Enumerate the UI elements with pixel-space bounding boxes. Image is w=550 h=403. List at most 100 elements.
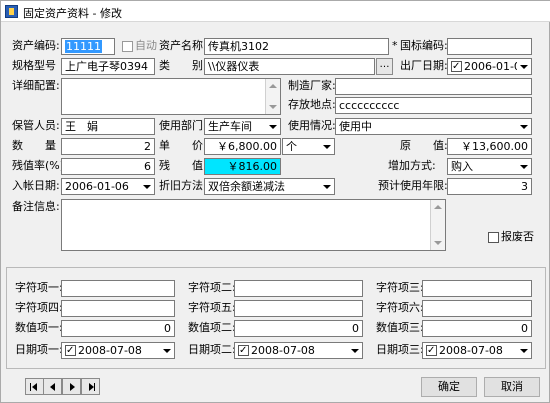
last-record-button[interactable] [81,378,100,395]
scroll-down-icon[interactable] [269,105,277,109]
prev-record-button[interactable] [43,378,62,395]
add-method-label: 增加方式: [388,159,436,172]
life-input[interactable]: 3 [447,178,532,195]
detail-config-scrollbar[interactable] [265,79,280,114]
next-record-button[interactable] [62,378,81,395]
chevron-down-icon[interactable] [517,119,531,134]
national-code-label: 国标编码: [400,39,448,52]
location-label: 存放地点: [288,98,336,111]
asset-edit-window: 固定资产资料 - 修改 资产编码: 11111 自动 资产名称: 传真机3102… [0,0,550,403]
add-method-select[interactable]: 购入 [447,158,532,175]
chevron-down-icon[interactable] [517,343,531,358]
usage-select[interactable]: 使用中 [335,118,532,135]
num1-label: 数值项一: [15,321,63,334]
scroll-down-icon[interactable] [434,241,442,245]
category-browse-button[interactable]: … [376,58,393,75]
usage-label: 使用情况: [288,119,336,132]
window-title: 固定资产资料 - 修改 [23,7,122,20]
first-record-button[interactable] [25,378,44,395]
residual-label: 残 值: [159,159,207,172]
unit-price-input[interactable]: ￥6,800.00 [204,138,281,155]
depr-method-label: 折旧方法: [159,179,207,192]
date1-label: 日期项一: [15,343,63,356]
dept-select[interactable]: 生产车间 [204,118,281,135]
auto-checkbox[interactable] [122,41,133,52]
residual-value: ￥816.00 [204,158,281,175]
chevron-down-icon[interactable] [320,179,334,194]
unit-price-label: 单 价: [159,139,207,152]
entry-date-picker[interactable]: 2006-01-06 [61,178,155,195]
num2-input[interactable]: 0 [234,320,363,337]
national-code-input[interactable] [447,38,532,55]
num3-input[interactable]: 0 [422,320,532,337]
asset-code-input[interactable]: 11111 [61,38,115,55]
qty-input[interactable]: 2 [61,138,155,155]
char2-label: 字符项二: [188,281,236,294]
date1-picker[interactable]: 2008-07-08 [61,342,175,359]
chevron-down-icon[interactable] [320,139,334,154]
keeper-label: 保管人员: [12,119,60,132]
location-input[interactable]: cccccccccc [335,97,532,114]
char3-input[interactable] [422,280,532,297]
date3-picker[interactable]: 2008-07-08 [422,342,532,359]
date2-picker[interactable]: 2008-07-08 [234,342,363,359]
date1-checkbox[interactable] [65,343,76,358]
unit-select[interactable]: 个 [282,138,335,155]
chevron-down-icon[interactable] [348,343,362,358]
date3-checkbox[interactable] [426,343,437,358]
date2-label: 日期项二: [188,343,236,356]
detail-config-label: 详细配置: [12,79,60,92]
char2-input[interactable] [234,280,363,297]
char5-label: 字符项五: [188,301,236,314]
char1-input[interactable] [61,280,175,297]
asset-code-label: 资产编码: [12,39,60,52]
factory-date-label: 出厂日期: [400,59,448,72]
category-label: 类 别: [159,59,207,72]
chevron-down-icon[interactable] [517,59,531,74]
keeper-input[interactable]: 王 娟 [61,118,155,135]
date2-checkbox[interactable] [238,343,249,358]
chevron-down-icon[interactable] [517,159,531,174]
num3-label: 数值项三: [376,321,424,334]
ok-button[interactable]: 确定 [421,377,477,397]
model-input[interactable]: 上广电子琴0394 [61,58,155,75]
char6-label: 字符项六: [376,301,424,314]
auto-label: 自动 [135,39,157,52]
char3-label: 字符项三: [376,281,424,294]
remarks-scrollbar[interactable] [430,200,445,250]
model-label: 规格型号 [12,59,56,72]
scroll-up-icon[interactable] [269,84,277,88]
char4-input[interactable] [61,300,175,317]
chevron-down-icon[interactable] [140,179,154,194]
date3-label: 日期项三: [376,343,424,356]
cancel-button[interactable]: 取消 [484,377,540,397]
char6-input[interactable] [422,300,532,317]
orig-value-label: 原 值: [400,139,448,152]
factory-date-picker[interactable]: 2006-01-06 [447,58,532,75]
manufacturer-label: 制造厂家: [288,79,336,92]
num1-input[interactable]: 0 [61,320,175,337]
manufacturer-input[interactable] [335,78,532,95]
depr-method-select[interactable]: 双倍余额递减法 [204,178,335,195]
chevron-down-icon[interactable] [160,343,174,358]
remarks-textarea[interactable] [61,199,446,251]
required-mark: * [392,39,398,52]
scrapped-checkbox[interactable] [488,232,499,243]
life-label: 预计使用年限: [378,179,448,192]
dept-label: 使用部门: [159,119,207,132]
detail-config-textarea[interactable] [61,78,281,115]
scrapped-label: 报废否 [501,230,534,243]
category-input[interactable]: \\仪器仪表 [204,58,375,75]
entry-date-label: 入帐日期: [12,179,60,192]
chevron-down-icon[interactable] [266,119,280,134]
remarks-label: 备注信息: [12,200,60,213]
factory-date-checkbox[interactable] [451,59,462,74]
char1-label: 字符项一: [15,281,63,294]
asset-name-input[interactable]: 传真机3102 [204,38,389,55]
orig-value-input[interactable]: ￥13,600.00 [447,138,532,155]
app-icon [5,5,18,18]
scroll-up-icon[interactable] [434,205,442,209]
residual-rate-input[interactable]: 6 [61,158,155,175]
char5-input[interactable] [234,300,363,317]
num2-label: 数值项二: [188,321,236,334]
